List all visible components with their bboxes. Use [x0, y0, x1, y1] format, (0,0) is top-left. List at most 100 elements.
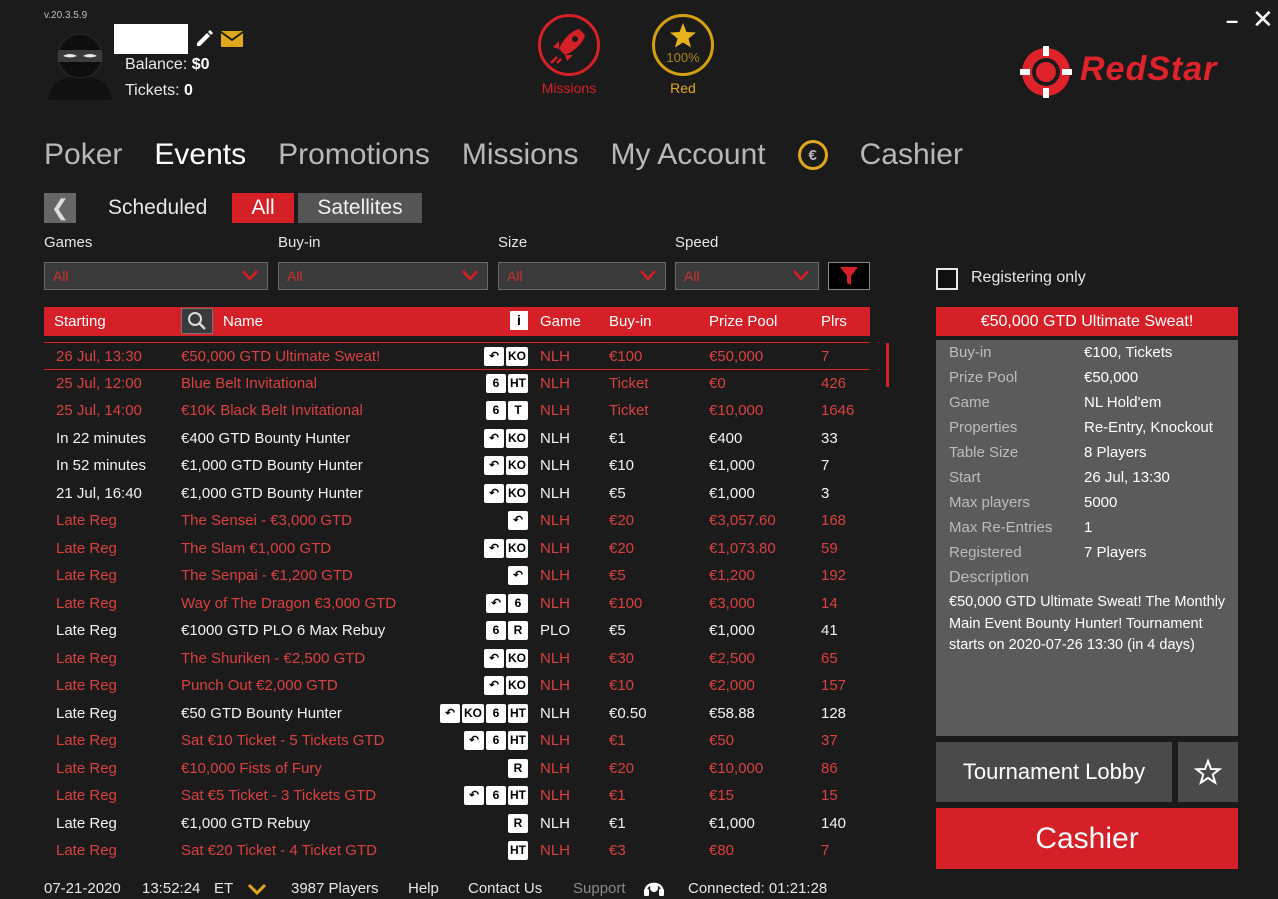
chevron-down-icon [793, 270, 809, 281]
table-row[interactable]: Late Reg Sat €5 Ticket - 3 Tickets GTD NLH… [44, 782, 870, 810]
col-players[interactable]: Plrs [821, 313, 847, 330]
size-select[interactable]: All [498, 262, 666, 290]
row-name: €1,000 GTD Rebuy [181, 814, 311, 832]
table-row[interactable]: Late Reg The Shuriken - €2,500 GTD NLH €30 €… [44, 645, 870, 673]
row-prize-pool: €1,000 [709, 484, 755, 502]
table-row[interactable]: Late Reg Way of The Dragon €3,000 GTD NLH €… [44, 590, 870, 618]
table-row[interactable]: 25 Jul, 14:00 €10K Black Belt Invitationa… [44, 397, 870, 425]
buyin-select[interactable]: All [278, 262, 488, 290]
tournament-badge: R [508, 758, 528, 778]
speed-select-value: All [684, 268, 700, 284]
detail-value: 8 Players [1084, 444, 1147, 461]
detail-key: Buy-in [949, 344, 992, 361]
minimize-button[interactable]: – [1226, 8, 1238, 34]
row-game: NLH [540, 677, 571, 694]
nav-promotions[interactable]: Promotions [278, 138, 430, 172]
tab-satellites[interactable]: Satellites [298, 193, 422, 223]
col-game[interactable]: Game [540, 313, 581, 330]
edit-pencil-icon[interactable] [194, 28, 214, 48]
row-starting: Late Reg [56, 649, 117, 667]
table-row[interactable]: Late Reg €50 GTD Bounty Hunter NLH €0.50 €58… [44, 700, 870, 728]
tournament-badge: 6 [486, 703, 506, 723]
rank-button[interactable]: 100% Red [650, 14, 716, 96]
back-button[interactable]: ❮ [44, 193, 76, 223]
tournament-badge: R [508, 813, 528, 833]
detail-value: 26 Jul, 13:30 [1084, 469, 1170, 486]
row-players: 41 [821, 622, 838, 639]
close-button[interactable]: ✕ [1252, 4, 1274, 35]
table-row[interactable]: 21 Jul, 16:40 €1,000 GTD Bounty Hunter NLH… [44, 480, 870, 508]
table-row[interactable]: In 22 minutes €400 GTD Bounty Hunter NLH €1… [44, 425, 870, 453]
table-row[interactable]: Late Reg €1000 GTD PLO 6 Max Rebuy PLO €5 €1… [44, 617, 870, 645]
col-prize-pool[interactable]: Prize Pool [709, 313, 777, 330]
tournament-badge: ↶ [484, 648, 504, 668]
tournament-badge: 6 [486, 786, 506, 805]
filter-button[interactable] [828, 262, 870, 290]
nav-cashier-label: Cashier [859, 138, 963, 171]
main-nav: Poker Events Promotions Missions My Acco… [44, 138, 1027, 172]
row-game: NLH [540, 429, 571, 447]
row-prize-pool: €10,000 [709, 759, 764, 777]
chevron-down-icon[interactable] [246, 881, 268, 897]
table-row[interactable]: 26 Jul, 13:30 €50,000 GTD Ultimate Sweat!… [44, 342, 870, 370]
table-row[interactable]: Late Reg €1,000 GTD Rebuy NLH €1 €1,000 140 R [44, 810, 870, 838]
row-starting: Late Reg [56, 677, 117, 694]
registering-only-checkbox[interactable] [936, 268, 958, 290]
avatar-ninja-icon[interactable] [44, 28, 116, 100]
table-row[interactable]: Late Reg The Sensei - €3,000 GTD NLH €20 €3,… [44, 507, 870, 535]
cashier-button[interactable]: Cashier [936, 808, 1238, 869]
speed-select[interactable]: All [675, 262, 819, 290]
footer-contact-link[interactable]: Contact Us [468, 880, 542, 897]
headset-icon[interactable] [642, 876, 666, 899]
table-row[interactable]: Late Reg Sat €20 Ticket - 4 Ticket GTD NLH… [44, 837, 870, 865]
mail-icon[interactable] [220, 30, 244, 48]
row-prize-pool: €50,000 [709, 348, 764, 365]
row-prize-pool: €2,500 [709, 649, 755, 667]
nav-cashier[interactable]: € Cashier [797, 138, 995, 172]
tournament-list: 26 Jul, 13:30 €50,000 GTD Ultimate Sweat!… [44, 342, 870, 865]
tournament-badges: HT [508, 841, 528, 860]
row-starting: Late Reg [56, 539, 117, 557]
registering-only-label[interactable]: Registering only [971, 269, 1086, 287]
favorite-button[interactable] [1178, 742, 1238, 802]
detail-value: €50,000 [1084, 369, 1139, 386]
table-row[interactable]: Late Reg Punch Out €2,000 GTD NLH €10 €2,000… [44, 672, 870, 700]
row-players: 65 [821, 649, 838, 667]
table-row[interactable]: Late Reg €10,000 Fists of Fury NLH €20 €10,0… [44, 755, 870, 783]
nav-events[interactable]: Events [154, 138, 246, 172]
nav-missions[interactable]: Missions [462, 138, 579, 172]
scrollbar-thumb[interactable] [886, 343, 889, 387]
footer-help-link[interactable]: Help [408, 880, 439, 897]
tab-all[interactable]: All [232, 193, 294, 223]
table-row[interactable]: 25 Jul, 12:00 Blue Belt Invitational NLH Ti… [44, 370, 870, 398]
row-starting: 21 Jul, 16:40 [56, 484, 142, 502]
row-name: The Shuriken - €2,500 GTD [181, 649, 366, 667]
tab-scheduled[interactable]: Scheduled [94, 193, 221, 223]
row-players: 128 [821, 704, 847, 722]
info-icon[interactable]: i [510, 311, 528, 330]
table-row[interactable]: Late Reg Sat €10 Ticket - 5 Tickets GTD NL… [44, 727, 870, 755]
footer-support-link[interactable]: Support [573, 880, 626, 897]
row-prize-pool: €2,000 [709, 677, 755, 694]
table-row[interactable]: Late Reg The Senpai - €1,200 GTD NLH €5 €1,2… [44, 562, 870, 590]
tournament-lobby-button[interactable]: Tournament Lobby [936, 742, 1172, 802]
row-players: 3 [821, 484, 830, 502]
nav-my-account[interactable]: My Account [611, 138, 766, 172]
table-row[interactable]: Late Reg The Slam €1,000 GTD NLH €20 €1,073.… [44, 535, 870, 563]
row-prize-pool: €1,200 [709, 567, 755, 584]
missions-button[interactable]: Missions [536, 14, 602, 96]
col-buyin[interactable]: Buy-in [609, 313, 652, 330]
row-starting: Late Reg [56, 842, 117, 859]
table-row[interactable]: In 52 minutes €1,000 GTD Bounty Hunter NLH… [44, 452, 870, 480]
tournament-badges: ↶ [508, 511, 528, 530]
nav-poker[interactable]: Poker [44, 138, 122, 172]
col-starting[interactable]: Starting [54, 313, 106, 330]
col-name[interactable]: Name [223, 313, 263, 330]
detail-key: Game [949, 394, 990, 411]
games-select[interactable]: All [44, 262, 268, 290]
detail-value: 1 [1084, 519, 1093, 536]
tournament-badge: 6 [486, 373, 506, 393]
tournament-details: Description €50,000 GTD Ultimate Sweat! … [936, 340, 1238, 736]
name-search-button[interactable] [181, 308, 213, 334]
row-prize-pool: €80 [709, 842, 735, 859]
